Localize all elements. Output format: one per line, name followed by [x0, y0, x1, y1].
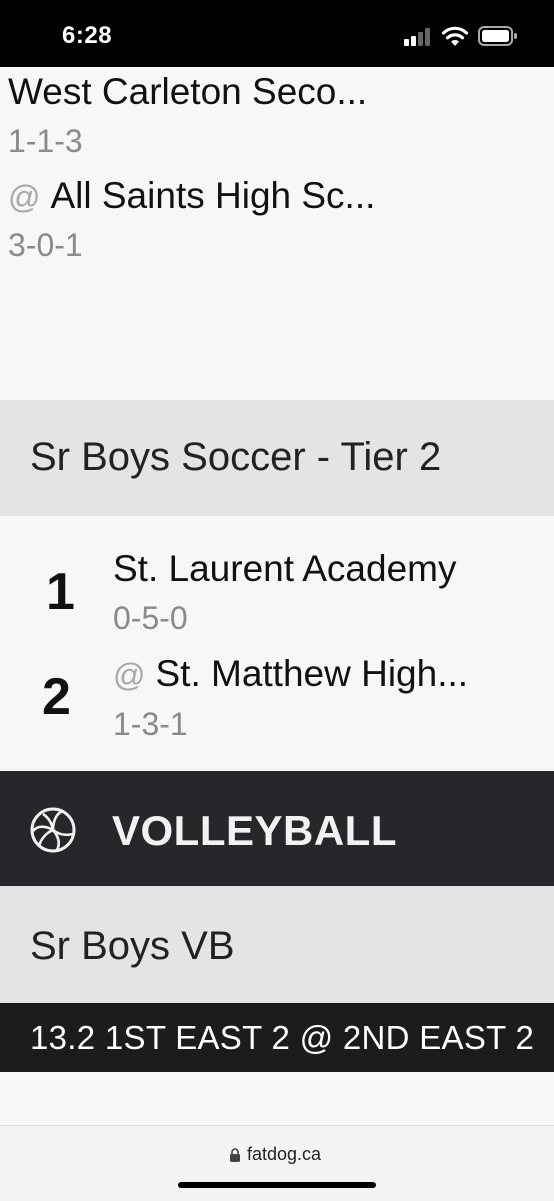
status-bar: 6:28	[0, 0, 554, 67]
browser-address-bar[interactable]: fatdog.ca	[0, 1125, 554, 1201]
home-indicator[interactable]	[178, 1182, 376, 1188]
sport-title: VOLLEYBALL	[112, 807, 397, 854]
at-sign: @	[8, 179, 41, 215]
url-text: fatdog.ca	[247, 1144, 322, 1164]
team1-rank: 1	[46, 563, 75, 621]
section-title: Sr Boys VB	[30, 924, 235, 968]
team2-rank: 2	[42, 668, 71, 726]
section-header-soccer: Sr Boys Soccer - Tier 2	[0, 400, 554, 516]
home-team-name: West Carleton Seco...	[8, 71, 368, 112]
battery-icon	[478, 26, 517, 46]
wifi-icon	[441, 26, 469, 46]
score-bar[interactable]: 13.2 1ST EAST 2 @ 2ND EAST 2	[0, 1003, 554, 1072]
sport-banner-volleyball[interactable]: VOLLEYBALL	[0, 771, 554, 886]
at-sign: @	[113, 657, 146, 693]
team1-name: St. Laurent Academy	[113, 548, 457, 589]
game-card[interactable]: 1 St. Laurent Academy 0-5-0 2 @ St. Matth…	[0, 516, 554, 771]
away-team-row: @ All Saints High Sc...	[8, 175, 375, 217]
team2-record: 1-3-1	[113, 706, 188, 742]
team2-row: @ St. Matthew High...	[113, 653, 468, 695]
status-time: 6:28	[62, 22, 113, 49]
cellular-signal-icon	[404, 28, 434, 46]
home-team-record: 1-1-3	[8, 123, 83, 159]
game-card[interactable]: West Carleton Seco... 1-1-3 @ All Saints …	[0, 67, 554, 400]
away-team-name: All Saints High Sc...	[50, 175, 376, 216]
away-team-record: 3-0-1	[8, 227, 83, 263]
team2-name: St. Matthew High...	[155, 653, 469, 694]
lock-icon	[230, 1148, 240, 1162]
score-text: 13.2 1ST EAST 2 @ 2ND EAST 2	[30, 1019, 535, 1056]
team1-record: 0-5-0	[113, 600, 188, 636]
section-header-vb: Sr Boys VB	[0, 886, 554, 1003]
section-title: Sr Boys Soccer - Tier 2	[30, 435, 442, 479]
volleyball-icon	[30, 807, 76, 853]
